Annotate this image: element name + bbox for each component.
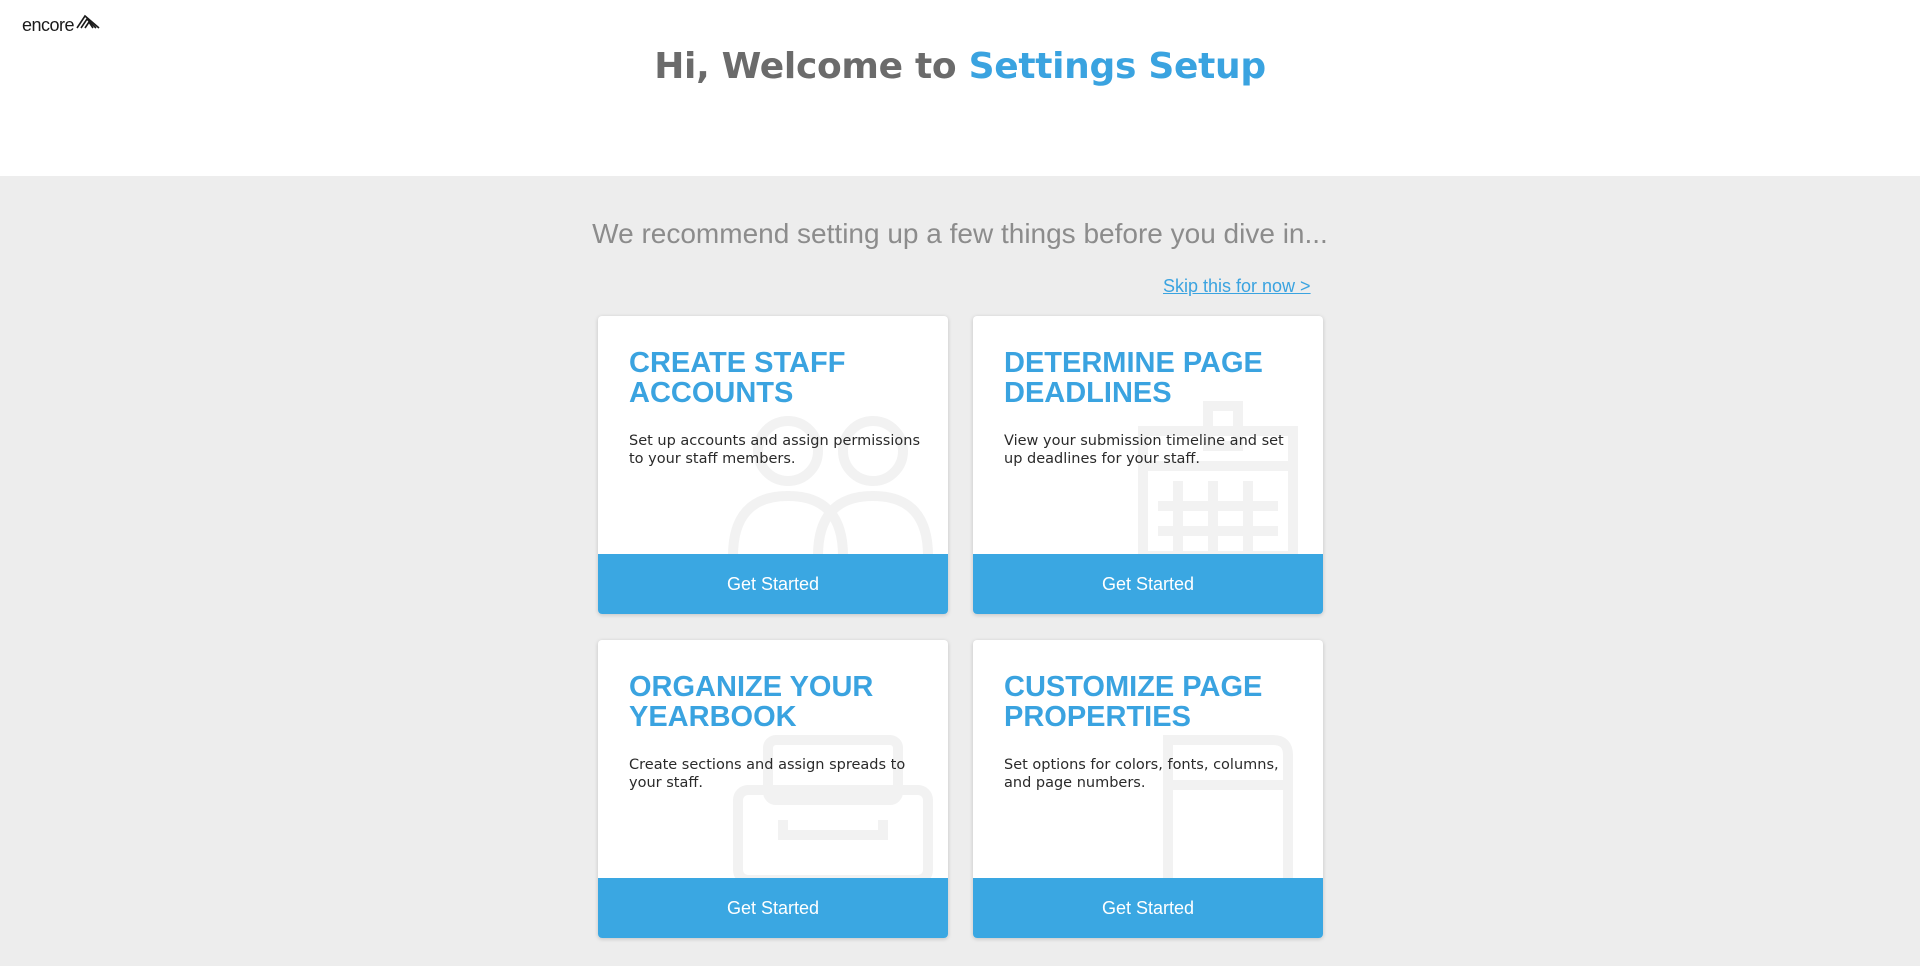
welcome-prefix: Hi, Welcome to	[654, 46, 957, 87]
page-title: Hi, Welcome to Settings Setup	[0, 46, 1920, 87]
card-title: CUSTOMIZE PAGE PROPERTIES	[1004, 671, 1263, 733]
logo-mark-icon	[76, 14, 100, 29]
header: encore Hi, Welcome to Settings Setup	[0, 0, 1920, 176]
welcome-accent: Settings Setup	[968, 46, 1267, 87]
card-description: Set options for colors, fonts, columns, …	[1004, 757, 1279, 791]
card-title: ORGANIZE YOUR YEARBOOK	[629, 671, 874, 733]
card-create-staff-accounts: CREATE STAFF ACCOUNTS Set up accounts an…	[598, 316, 948, 614]
file-box-icon	[733, 735, 933, 880]
page-icon	[1163, 735, 1293, 880]
card-title: DETERMINE PAGE DEADLINES	[1004, 347, 1263, 409]
get-started-button[interactable]: Get Started	[973, 554, 1323, 614]
card-title: CREATE STAFF ACCOUNTS	[629, 347, 846, 409]
card-description: Set up accounts and assign permissions t…	[629, 433, 921, 467]
encore-logo[interactable]: encore	[22, 12, 101, 38]
get-started-button[interactable]: Get Started	[598, 878, 948, 938]
get-started-button[interactable]: Get Started	[973, 878, 1323, 938]
card-description: Create sections and assign spreads to yo…	[629, 757, 906, 791]
card-organize-your-yearbook: ORGANIZE YOUR YEARBOOK Create sections a…	[598, 640, 948, 938]
card-determine-page-deadlines: DETERMINE PAGE DEADLINES View your submi…	[973, 316, 1323, 614]
logo-text: encore	[22, 14, 75, 35]
get-started-button[interactable]: Get Started	[598, 554, 948, 614]
calendar-icon	[1138, 401, 1298, 556]
card-customize-page-properties: CUSTOMIZE PAGE PROPERTIES Set options fo…	[973, 640, 1323, 938]
recommend-text: We recommend setting up a few things bef…	[592, 218, 1328, 249]
people-icon	[728, 416, 933, 556]
skip-link[interactable]: Skip this for now >	[1163, 276, 1311, 297]
card-description: View your submission timeline and set up…	[1004, 433, 1284, 467]
